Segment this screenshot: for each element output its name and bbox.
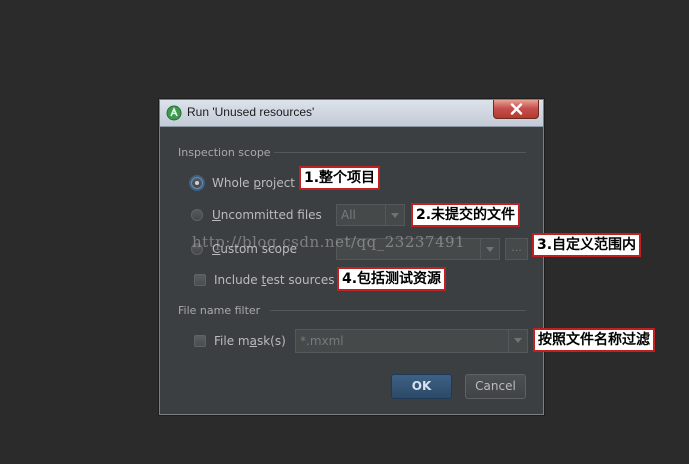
uncommitted-scope-value: All: [341, 208, 356, 222]
annotation-custom-scope: 3.自定义范围内: [532, 233, 642, 257]
chevron-down-icon: [385, 205, 404, 225]
inspection-scope-label: Inspection scope: [178, 146, 271, 159]
annotation-file-name-filter: 按照文件名称过滤: [533, 328, 655, 352]
file-name-filter-label: File name filter: [178, 304, 261, 317]
chevron-down-icon: [508, 330, 527, 352]
include-test-sources-label[interactable]: Include test sources: [214, 273, 334, 287]
uncommitted-files-label[interactable]: Uncommitted files: [212, 208, 322, 222]
custom-scope-browse-button[interactable]: ...: [505, 238, 528, 260]
annotation-uncommitted-files: 2.未提交的文件: [411, 203, 521, 227]
whole-project-radio[interactable]: [191, 177, 203, 189]
whole-project-label[interactable]: Whole project: [212, 176, 295, 190]
uncommitted-files-radio[interactable]: [191, 209, 203, 221]
close-icon: [510, 103, 523, 115]
file-mask-value: *.mxml: [300, 334, 344, 348]
file-mask-label[interactable]: File mask(s): [214, 334, 286, 348]
run-inspection-dialog: Run 'Unused resources' Inspection scope …: [159, 99, 544, 415]
cancel-button[interactable]: Cancel: [465, 374, 526, 399]
annotation-include-test-sources: 4.包括测试资源: [337, 267, 447, 291]
uncommitted-scope-combo[interactable]: All: [336, 204, 405, 226]
file-name-filter-separator: [270, 310, 526, 311]
android-studio-icon: [166, 105, 182, 121]
file-mask-combo[interactable]: *.mxml: [295, 329, 528, 353]
inspection-scope-separator: [274, 152, 526, 153]
include-test-sources-checkbox[interactable]: [194, 274, 206, 286]
ok-button[interactable]: OK: [391, 374, 452, 399]
watermark-text: http://blog.csdn.net/qq_23237491: [192, 233, 466, 251]
dialog-titlebar[interactable]: Run 'Unused resources': [160, 100, 543, 127]
file-mask-checkbox[interactable]: [194, 335, 206, 347]
dialog-title: Run 'Unused resources': [187, 105, 315, 119]
chevron-down-icon: [480, 239, 499, 259]
annotation-whole-project: 1.整个项目: [299, 166, 381, 190]
close-button[interactable]: [493, 100, 539, 119]
